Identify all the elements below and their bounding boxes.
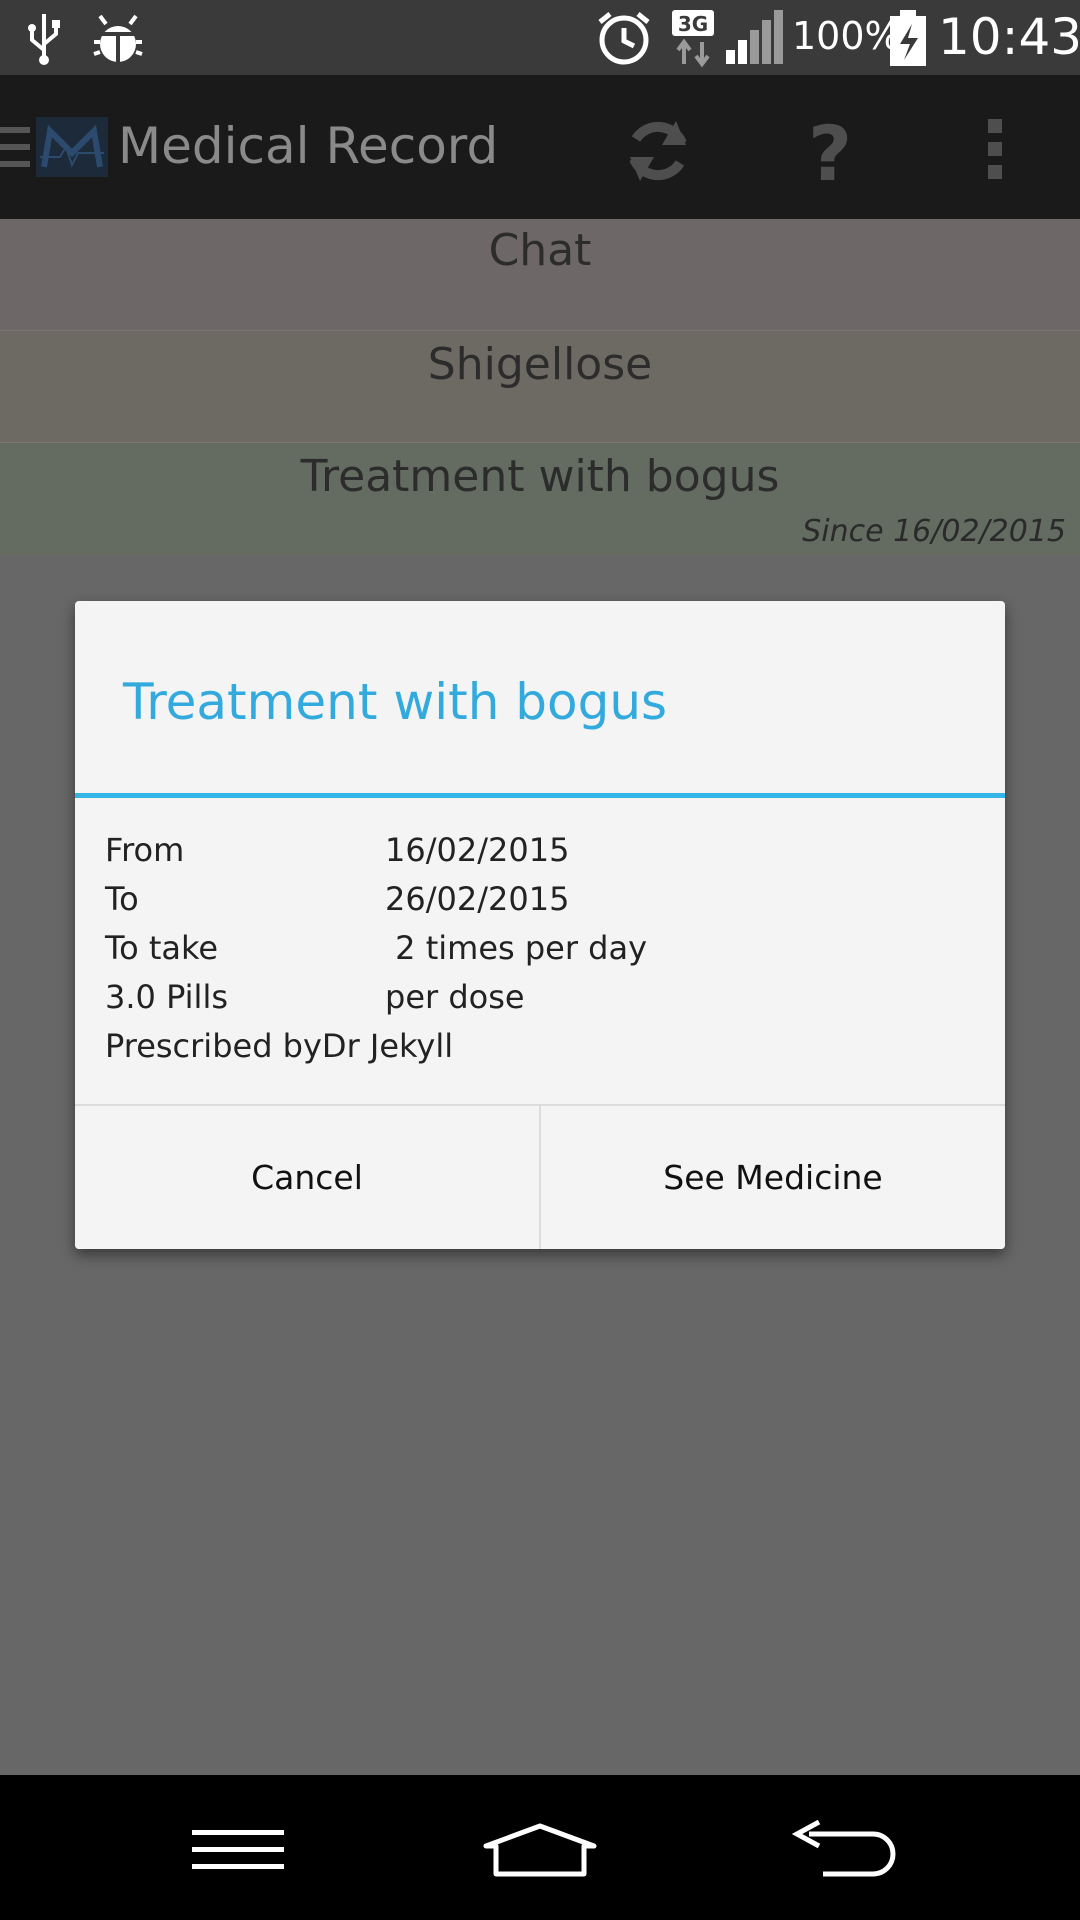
svg-text:3G: 3G [678, 12, 708, 36]
battery-charging-icon [888, 8, 928, 68]
to-take-label: To take [105, 929, 219, 967]
clock: 10:43 [938, 8, 1080, 66]
signal-icon [724, 8, 784, 68]
to-row: To 26/02/2015 [105, 880, 965, 929]
treatment-dialog: Treatment with bogus From 16/02/2015 To … [75, 601, 1005, 1249]
pills-label: 3.0 Pills [105, 978, 228, 1016]
app-title: Medical Record [118, 117, 499, 175]
dialog-title: Treatment with bogus [123, 673, 668, 731]
cancel-button[interactable]: Cancel [75, 1106, 539, 1249]
dialog-button-bar: Cancel See Medicine [75, 1104, 1005, 1249]
dosage-frequency-row: To take 2 times per day [105, 929, 965, 978]
to-label: To [105, 880, 139, 918]
from-label: From [105, 831, 185, 869]
from-value: 16/02/2015 [385, 831, 570, 869]
network-3g-icon: 3G [670, 8, 716, 68]
dialog-title-divider [75, 793, 1005, 798]
overflow-menu-icon[interactable] [986, 117, 1006, 185]
prescribed-by-text: Prescribed byDr Jekyll [105, 1027, 454, 1065]
list-item-label: Chat [488, 225, 592, 276]
drawer-indicator-icon[interactable] [0, 121, 32, 177]
prescriber-row: Prescribed byDr Jekyll [105, 1027, 965, 1076]
debug-icon [90, 8, 146, 68]
treatment-details: From 16/02/2015 To 26/02/2015 To take 2 … [105, 831, 965, 1076]
list-item[interactable]: Shigellose [0, 331, 1080, 443]
list-item-since-date: Since 16/02/2015 [802, 514, 1066, 549]
to-value: 26/02/2015 [385, 880, 570, 918]
status-bar: 3G 100% 10:43 [0, 0, 1080, 75]
from-row: From 16/02/2015 [105, 831, 965, 880]
navigation-bar [0, 1775, 1080, 1920]
app-logo-icon[interactable] [36, 117, 108, 181]
dose-amount-row: 3.0 Pills per dose [105, 978, 965, 1027]
battery-percent: 100% [792, 14, 901, 58]
list-item[interactable]: Chat [0, 219, 1080, 331]
usb-icon [24, 8, 64, 68]
list-item-label: Shigellose [427, 339, 653, 390]
refresh-icon[interactable] [620, 113, 696, 193]
action-bar: Medical Record ? [0, 75, 1080, 219]
help-icon[interactable]: ? [808, 109, 852, 198]
home-icon[interactable] [470, 1805, 610, 1895]
back-icon[interactable] [774, 1805, 914, 1895]
list-item[interactable]: Treatment with bogus Since 16/02/2015 [0, 443, 1080, 555]
menu-icon[interactable] [168, 1805, 308, 1895]
to-take-value: 2 times per day [385, 929, 648, 967]
pills-value: per dose [385, 978, 525, 1016]
alarm-icon [594, 8, 654, 68]
see-medicine-button[interactable]: See Medicine [539, 1106, 1005, 1249]
list-item-label: Treatment with bogus [300, 451, 780, 502]
